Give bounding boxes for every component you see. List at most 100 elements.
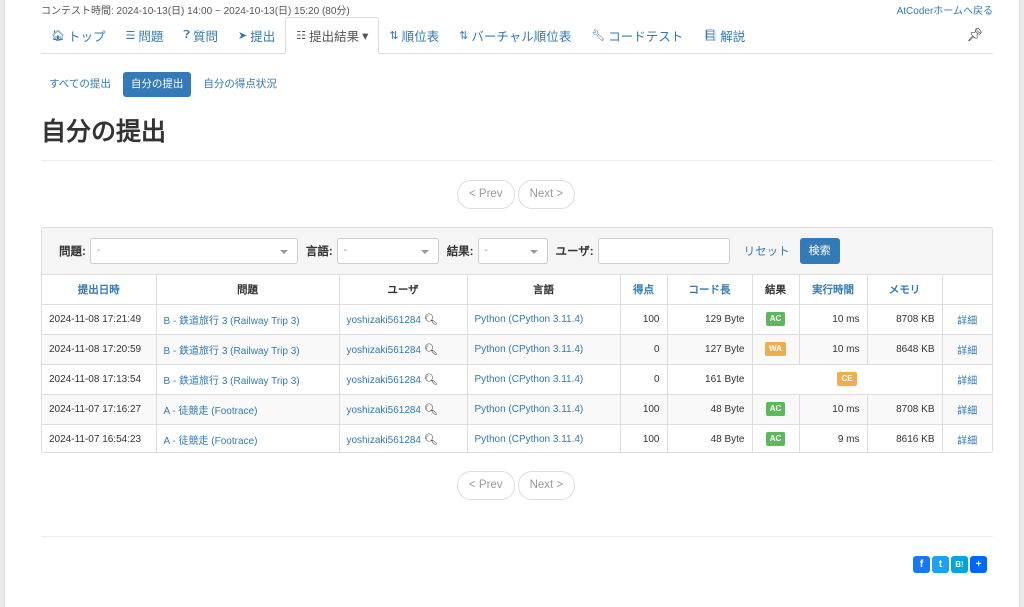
exec-time: 10 ms (799, 394, 868, 425)
lang-link[interactable]: Python (CPython 3.11.4) (475, 314, 584, 325)
col-memory[interactable]: メモリ (867, 275, 943, 305)
task-link[interactable]: B - 鉄道旅行 3 (Railway Trip 3) (164, 346, 300, 357)
nav-tasks[interactable]: ☰ 問題 (115, 17, 173, 53)
prev-button[interactable]: < Prev (457, 471, 515, 500)
score: 0 (620, 334, 668, 365)
score: 100 (620, 424, 668, 452)
lang-link[interactable]: Python (CPython 3.11.4) (475, 374, 584, 385)
main-nav: 🏠︎ トップ ☰ 問題 ❓︎ 質問 ➤ 提出 ☷ 提出結果 ▾ ⇅ 順位表 ⇅ バーチャル順位表… (41, 17, 993, 54)
subnav-all[interactable]: すべての提出 (41, 72, 119, 97)
sub-nav: すべての提出 自分の提出 自分の得点状況 (41, 72, 993, 97)
code-length: 48 Byte (667, 394, 753, 425)
search-icon[interactable]: 🔍︎ (424, 344, 438, 356)
memory: 8616 KB (867, 424, 943, 452)
next-button[interactable]: Next > (517, 180, 576, 209)
detail-link[interactable]: 詳細 (957, 316, 977, 327)
user-link[interactable]: yoshizaki561284 (347, 375, 422, 386)
lang-link[interactable]: Python (CPython 3.11.4) (475, 404, 584, 415)
twitter-icon[interactable]: t (932, 556, 949, 573)
col-exec[interactable]: 実行時間 (799, 275, 868, 305)
lang-link[interactable]: Python (CPython 3.11.4) (475, 434, 584, 445)
footer-divider (41, 536, 993, 537)
submit-time: 2024-11-08 17:21:49 (42, 304, 157, 335)
code-length: 129 Byte (667, 304, 753, 335)
search-icon[interactable]: 🔍︎ (424, 404, 438, 416)
score: 100 (620, 304, 668, 335)
nav-editorial[interactable]: 📘︎ 解説 (693, 17, 755, 53)
status-filter-select[interactable]: - (477, 238, 548, 264)
exec-time: 10 ms (799, 304, 868, 335)
pager-top: < Prev Next > (457, 180, 576, 209)
lang-filter-select[interactable]: - (336, 238, 439, 264)
share-plus-icon[interactable]: + (970, 556, 987, 573)
code-length: 48 Byte (667, 424, 753, 452)
task-link[interactable]: B - 鉄道旅行 3 (Railway Trip 3) (164, 376, 300, 387)
code-length: 161 Byte (667, 364, 753, 395)
submissions-panel: 問題: - 言語: - 結果: - ユーザ: リセット 検索 提出日時 問題 ユ… (41, 227, 993, 453)
task-link[interactable]: B - 鉄道旅行 3 (Railway Trip 3) (164, 316, 300, 327)
lang-link[interactable]: Python (CPython 3.11.4) (475, 344, 584, 355)
pin-icon[interactable]: 📌︎ (966, 27, 983, 43)
facebook-icon[interactable]: f (913, 556, 930, 573)
subnav-mine[interactable]: 自分の提出 (122, 72, 192, 97)
sort-icon: ⇅ (389, 29, 399, 42)
status-badge: AC (765, 402, 786, 416)
table-row: 2024-11-07 17:16:27 A - 徒競走 (Footrace) y… (42, 394, 992, 425)
table-row: 2024-11-08 17:13:54 B - 鉄道旅行 3 (Railway … (42, 364, 992, 395)
user-link[interactable]: yoshizaki561284 (347, 345, 422, 356)
nav-standings[interactable]: ⇅ 順位表 (379, 17, 449, 53)
prev-button[interactable]: < Prev (457, 180, 515, 209)
memory: 8708 KB (867, 394, 943, 425)
send-icon: ➤ (238, 29, 248, 42)
status-badge: AC (765, 432, 786, 446)
exec-time: 9 ms (799, 424, 868, 452)
detail-link[interactable]: 詳細 (957, 376, 977, 387)
detail-link[interactable]: 詳細 (957, 346, 977, 357)
task-filter-select[interactable]: - (89, 238, 298, 264)
nav-results[interactable]: ☷ 提出結果 ▾ (285, 17, 380, 54)
user-filter-input[interactable] (597, 238, 730, 264)
nav-virtual[interactable]: ⇅ バーチャル順位表 (449, 17, 581, 53)
search-icon[interactable]: 🔍︎ (424, 434, 438, 446)
task-link[interactable]: A - 徒競走 (Footrace) (164, 436, 258, 447)
submit-time: 2024-11-08 17:13:54 (42, 364, 157, 395)
col-score[interactable]: 得点 (620, 275, 668, 305)
status-filter-label: 結果: (446, 246, 474, 258)
user-link[interactable]: yoshizaki561284 (347, 405, 422, 416)
nav-clar[interactable]: ❓︎ 質問 (173, 17, 228, 53)
col-detail (942, 275, 992, 305)
table-row: 2024-11-08 17:20:59 B - 鉄道旅行 3 (Railway … (42, 334, 992, 365)
hatena-icon[interactable]: B! (951, 556, 968, 573)
home-icon: 🏠︎ (51, 29, 65, 42)
lang-filter-label: 言語: (305, 246, 333, 258)
detail-link[interactable]: 詳細 (957, 406, 977, 417)
table-header: 提出日時 問題 ユーザ 言語 得点 コード長 結果 実行時間 メモリ (42, 275, 992, 305)
detail-link[interactable]: 詳細 (957, 436, 977, 447)
filter-bar: 問題: - 言語: - 結果: - ユーザ: リセット 検索 (42, 228, 992, 275)
table-row: 2024-11-07 16:54:23 A - 徒競走 (Footrace) y… (42, 424, 992, 452)
book-icon: 📘︎ (703, 29, 718, 42)
home-link[interactable]: AtCoderホームへ戻る (897, 2, 993, 17)
user-filter-label: ユーザ: (555, 246, 594, 258)
nav-codetest[interactable]: 🔧︎ コードテスト (581, 17, 693, 53)
search-icon[interactable]: 🔍︎ (424, 314, 438, 326)
nav-top[interactable]: 🏠︎ トップ (41, 17, 115, 53)
nav-submit[interactable]: ➤ 提出 (228, 17, 285, 53)
reset-link[interactable]: リセット (744, 243, 790, 259)
user-link[interactable]: yoshizaki561284 (347, 315, 422, 326)
col-length[interactable]: コード長 (667, 275, 753, 305)
col-task: 問題 (156, 275, 340, 305)
sort-icon: ⇅ (459, 29, 469, 42)
caret-down-icon: ▾ (362, 29, 369, 43)
code-length: 127 Byte (667, 334, 753, 365)
subnav-score[interactable]: 自分の得点状況 (195, 72, 285, 97)
search-icon[interactable]: 🔍︎ (424, 374, 438, 386)
user-link[interactable]: yoshizaki561284 (347, 435, 422, 446)
share-buttons: f t B! + (913, 556, 987, 573)
submit-time: 2024-11-08 17:20:59 (42, 334, 157, 365)
next-button[interactable]: Next > (517, 471, 576, 500)
col-status: 結果 (752, 275, 800, 305)
col-time[interactable]: 提出日時 (42, 275, 157, 305)
task-link[interactable]: A - 徒競走 (Footrace) (164, 406, 258, 417)
search-button[interactable]: 検索 (799, 238, 840, 264)
